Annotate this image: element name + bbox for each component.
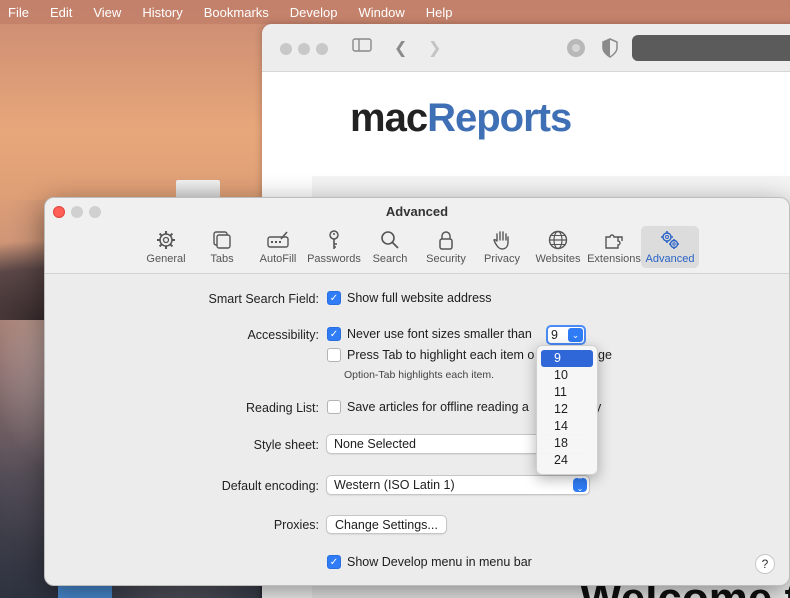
smart-search-row: ✓ Show full website address: [327, 291, 492, 305]
tab-label: Security: [426, 253, 466, 265]
tabs-icon: [211, 229, 233, 251]
tab-label: AutoFill: [259, 253, 297, 265]
develop-menu-row: ✓ Show Develop menu in menu bar: [327, 555, 532, 569]
press-tab-label[interactable]: Press Tab to highlight each item o: [347, 348, 534, 362]
puzzle-icon: [603, 229, 625, 251]
font-size-option[interactable]: 18: [541, 435, 593, 452]
font-size-option[interactable]: 11: [541, 384, 593, 401]
min-font-label[interactable]: Never use font sizes smaller than: [347, 327, 532, 341]
proxies-label: Proxies:: [273, 518, 319, 532]
privacy-shield-icon[interactable]: [602, 38, 618, 63]
change-settings-button[interactable]: Change Settings...: [326, 515, 447, 534]
browser-toolbar: ❮ ❯: [262, 24, 790, 72]
tab-label: Privacy: [483, 253, 521, 265]
encoding-label: Default encoding:: [221, 479, 319, 493]
tab-tabs[interactable]: Tabs: [193, 226, 251, 268]
close-button[interactable]: [280, 43, 292, 55]
smart-search-label: Smart Search Field:: [208, 292, 319, 306]
encoding-select[interactable]: Western (ISO Latin 1) ⌃ ⌄: [326, 475, 590, 495]
menu-view[interactable]: View: [93, 5, 121, 20]
tab-autofill[interactable]: AutoFill: [249, 226, 307, 268]
menu-help[interactable]: Help: [426, 5, 453, 20]
preferences-tabs: General Tabs AutoFill Passwords Search S…: [137, 226, 699, 268]
gear-icon: [155, 229, 177, 251]
lock-icon: [435, 229, 457, 251]
save-offline-label[interactable]: Save articles for offline reading a: [347, 400, 529, 414]
gears-icon: [659, 229, 681, 251]
tab-advanced[interactable]: Advanced: [641, 226, 699, 268]
show-develop-checkbox[interactable]: ✓: [327, 555, 341, 569]
tab-label: Websites: [535, 253, 581, 265]
tab-general[interactable]: General: [137, 226, 195, 268]
logo-text-mac: mac: [350, 96, 428, 140]
sidebar-icon[interactable]: [352, 37, 372, 58]
reading-list-row: Save articles for offline reading a: [327, 400, 529, 414]
tab-label: Extensions: [587, 253, 641, 265]
reading-list-label: Reading List:: [246, 401, 319, 415]
menu-history[interactable]: History: [142, 5, 182, 20]
menu-develop[interactable]: Develop: [290, 5, 338, 20]
autofill-icon: [267, 229, 289, 251]
zoom-button[interactable]: [316, 43, 328, 55]
accessibility-label: Accessibility:: [247, 328, 319, 342]
menu-window[interactable]: Window: [359, 5, 405, 20]
font-size-dropdown: 9 10 11 12 14 18 24: [536, 345, 598, 475]
menu-file[interactable]: File: [8, 5, 29, 20]
font-size-select[interactable]: 9 ⌄: [546, 325, 586, 345]
font-size-option[interactable]: 9: [541, 350, 593, 367]
style-sheet-label: Style sheet:: [253, 438, 319, 452]
tab-label: Passwords: [307, 253, 361, 265]
minimize-button[interactable]: [298, 43, 310, 55]
back-icon[interactable]: ❮: [394, 38, 407, 58]
min-font-checkbox[interactable]: ✓: [327, 327, 341, 341]
show-develop-label[interactable]: Show Develop menu in menu bar: [347, 555, 532, 569]
window-title: Advanced: [385, 204, 449, 219]
key-icon: [323, 229, 345, 251]
up-down-chevron-icon: ⌃ ⌄: [573, 477, 587, 493]
press-tab-label-tail: ge: [598, 348, 612, 362]
tab-label: Tabs: [210, 253, 234, 265]
show-full-address-label[interactable]: Show full website address: [347, 291, 492, 305]
encoding-value: Western (ISO Latin 1): [334, 478, 455, 492]
font-size-option[interactable]: 24: [541, 452, 593, 469]
tab-passwords[interactable]: Passwords: [305, 226, 363, 268]
site-logo[interactable]: macReports: [350, 96, 572, 141]
tab-security[interactable]: Security: [417, 226, 475, 268]
tab-label: General: [146, 253, 186, 265]
press-tab-row: Press Tab to highlight each item o: [327, 348, 534, 362]
menu-bar: File Edit View History Bookmarks Develop…: [0, 0, 790, 24]
address-bar[interactable]: [632, 35, 790, 61]
font-size-option[interactable]: 10: [541, 367, 593, 384]
tab-extensions[interactable]: Extensions: [585, 226, 643, 268]
style-sheet-value: None Selected: [334, 437, 417, 451]
tab-search[interactable]: Search: [361, 226, 419, 268]
font-size-option[interactable]: 12: [541, 401, 593, 418]
option-tab-note: Option-Tab highlights each item.: [344, 369, 494, 381]
help-button[interactable]: ?: [755, 554, 775, 574]
menu-bookmarks[interactable]: Bookmarks: [204, 5, 269, 20]
tab-websites[interactable]: Websites: [529, 226, 587, 268]
forward-icon[interactable]: ❯: [428, 38, 441, 58]
menu-edit[interactable]: Edit: [50, 5, 72, 20]
font-size-option[interactable]: 14: [541, 418, 593, 435]
press-tab-checkbox[interactable]: [327, 348, 341, 362]
extension-icon[interactable]: [566, 38, 586, 63]
logo-text-reports: Reports: [427, 96, 572, 140]
globe-icon: [547, 229, 569, 251]
tab-label: Search: [372, 253, 408, 265]
chevron-down-icon: ⌄: [568, 328, 583, 342]
preferences-toolbar: Advanced General Tabs AutoFill Passwords…: [45, 198, 789, 274]
tab-label: Advanced: [645, 253, 695, 265]
save-offline-checkbox[interactable]: [327, 400, 341, 414]
font-size-value: 9: [551, 328, 558, 342]
tab-privacy[interactable]: Privacy: [473, 226, 531, 268]
search-icon: [379, 229, 401, 251]
min-font-row: ✓ Never use font sizes smaller than: [327, 327, 532, 341]
hand-icon: [491, 229, 513, 251]
show-full-address-checkbox[interactable]: ✓: [327, 291, 341, 305]
preferences-window: Advanced General Tabs AutoFill Passwords…: [44, 197, 790, 586]
